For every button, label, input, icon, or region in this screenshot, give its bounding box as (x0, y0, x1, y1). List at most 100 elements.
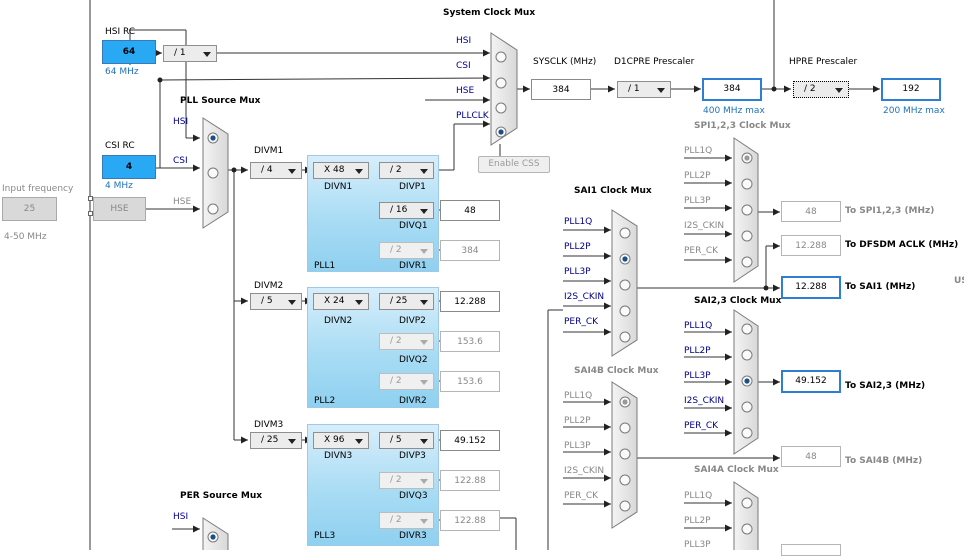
chevron-down-icon (420, 439, 428, 444)
mux-radio (619, 227, 631, 239)
csi-frequency: 4 MHz (105, 181, 133, 191)
chevron-down-icon (657, 88, 665, 93)
enable-css-button[interactable]: Enable CSS (478, 156, 550, 173)
divp2-dropdown[interactable]: / 25 (379, 293, 434, 310)
sai1-mux-input-pll2p: PLL2P (564, 242, 591, 252)
chevron-down-icon (288, 300, 296, 305)
pll2-name: PLL2 (314, 396, 336, 406)
divr2-dropdown[interactable]: / 2 (379, 373, 434, 390)
mux-radio (619, 448, 631, 460)
spi-mux-input-perck: PER_CK (684, 246, 719, 256)
divp3-label: DIVP3 (399, 451, 426, 461)
mux-radio (619, 422, 631, 434)
sys-mux-input-pllclk: PLLCLK (456, 111, 489, 121)
sai4b-mux-input-perck: PER_CK (564, 491, 599, 501)
divn3-label: DIVN3 (324, 451, 353, 461)
divq1-dropdown[interactable]: / 16 (379, 202, 434, 219)
sys-mux-input-hse: HSE (456, 86, 475, 96)
pll3r-output: 122.88 (440, 510, 500, 531)
sai1-mux-input-i2s: I2S_CKIN (564, 292, 605, 302)
hpre-value: / 2 (804, 84, 816, 94)
sai4b-output: 48 (781, 446, 841, 467)
divr1-dropdown[interactable]: / 2 (379, 242, 434, 259)
divn1-dropdown[interactable]: X 48 (313, 162, 369, 179)
sys-mux-input-hsi: HSI (456, 36, 472, 46)
sai4b-mux-input-pll2p: PLL2P (564, 416, 591, 426)
divq1-value: / 16 (390, 205, 408, 215)
divm2-dropdown[interactable]: / 5 (250, 293, 302, 310)
mux-radio (207, 203, 219, 215)
divn3-dropdown[interactable]: X 96 (313, 432, 369, 449)
divp3-dropdown[interactable]: / 5 (379, 432, 434, 449)
mux-radio (495, 51, 507, 63)
mux-radio (495, 77, 507, 89)
hpre-dropdown[interactable]: / 2 (793, 81, 849, 98)
sysclk-value: 384 (531, 79, 591, 100)
mux-radio (741, 523, 753, 535)
hpre-output: 192 (881, 78, 941, 101)
clock-configuration-canvas: HSI RC 64 64 MHz / 1 CSI RC 4 4 MHz Inpu… (0, 0, 964, 556)
chevron-down-icon (288, 439, 296, 444)
pll2q-output: 153.6 (440, 331, 500, 352)
d1cpre-value: / 1 (628, 84, 640, 94)
system-clock-mux-title: System Clock Mux (443, 8, 536, 18)
mux-radio (741, 256, 753, 268)
divr1-value: / 2 (390, 245, 402, 255)
d1cpre-max: 400 MHz max (703, 106, 765, 116)
d1cpre-dropdown[interactable]: / 1 (617, 81, 671, 98)
sai4b-mux-input-pll1q: PLL1Q (564, 391, 593, 401)
chevron-down-icon (420, 169, 428, 174)
mux-radio (741, 427, 753, 439)
pll3q-output: 122.88 (440, 470, 500, 491)
sai23-output-label: To SAI2,3 (MHz) (845, 381, 926, 391)
divq3-dropdown[interactable]: / 2 (379, 472, 434, 489)
input-frequency-field[interactable]: 25 (2, 197, 57, 221)
mux-radio (741, 323, 753, 335)
divr3-dropdown[interactable]: / 2 (379, 512, 434, 529)
hse-source-box[interactable]: HSE (93, 197, 146, 221)
divm2-value: / 5 (261, 296, 273, 306)
divm3-dropdown[interactable]: / 25 (250, 432, 302, 449)
sai4b-output-label: To SAI4B (MHz) (845, 456, 923, 466)
spi-mux-input-i2s: I2S_CKIN (684, 221, 725, 231)
spi123-output: 48 (781, 201, 841, 222)
csi-rc-value[interactable]: 4 (102, 155, 156, 179)
pll-mux-input-csi: CSI (173, 156, 188, 166)
hsi-rc-label: HSI RC (105, 27, 136, 37)
input-frequency-range: 4-50 MHz (4, 232, 47, 242)
divn3-value: X 96 (324, 435, 345, 445)
hsi-divider-dropdown[interactable]: / 1 (163, 45, 217, 62)
divr2-value: / 2 (390, 376, 402, 386)
divp3-value: / 5 (390, 435, 402, 445)
spi123-mux-title: SPI1,2,3 Clock Mux (694, 121, 791, 131)
chevron-down-icon (420, 249, 428, 254)
hse-pin-bottom (88, 211, 93, 216)
input-frequency-label: Input frequency (2, 184, 74, 194)
divn2-label: DIVN2 (324, 316, 353, 326)
chevron-down-icon (420, 340, 428, 345)
divm1-dropdown[interactable]: / 4 (250, 162, 302, 179)
divm1-label: DIVM1 (254, 146, 284, 156)
chevron-down-icon (420, 300, 428, 305)
pll1-name: PLL1 (314, 261, 336, 271)
mux-radio (741, 230, 753, 242)
divr3-label: DIVR3 (399, 531, 427, 541)
divq2-dropdown[interactable]: / 2 (379, 333, 434, 350)
hsi-rc-value[interactable]: 64 (102, 40, 156, 64)
dfsdm-output: 12.288 (781, 235, 841, 256)
sai4a-mux-title: SAI4A Clock Mux (694, 465, 779, 475)
divp1-label: DIVP1 (399, 182, 426, 192)
divn2-value: X 24 (324, 296, 345, 306)
divn2-dropdown[interactable]: X 24 (313, 293, 369, 310)
divp1-dropdown[interactable]: / 2 (379, 162, 434, 179)
chevron-down-icon (355, 439, 363, 444)
sai23-mux-input-pll1q: PLL1Q (684, 321, 713, 331)
divq1-label: DIVQ1 (399, 221, 428, 231)
mux-radio (619, 474, 631, 486)
spi123-output-label: To SPI1,2,3 (MHz) (845, 206, 935, 216)
pll1r-output: 384 (440, 240, 500, 261)
hpre-label: HPRE Prescaler (789, 57, 858, 67)
divp2-label: DIVP2 (399, 316, 426, 326)
divn1-label: DIVN1 (324, 182, 353, 192)
divr1-label: DIVR1 (399, 261, 427, 271)
